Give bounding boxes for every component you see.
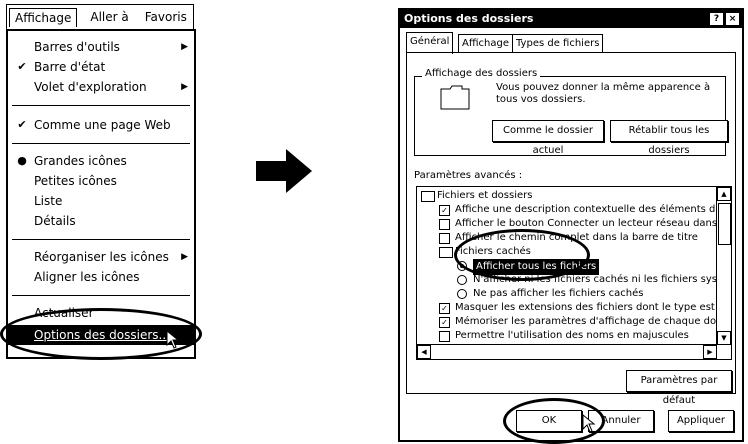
tree-label: Affiche une description contextuelle des… [455,204,732,215]
menu-item-label: Barres d'outils [34,40,120,54]
help-button[interactable]: ? [709,12,724,26]
close-button[interactable]: × [725,12,740,26]
right-arrow-icon [256,149,312,193]
menu-item-grandes-icones[interactable]: ● Grandes icônes [8,151,194,171]
checkmark-icon: ✔ [17,60,27,73]
apply-button[interactable]: Appliquer [668,410,734,432]
folder-icon [421,191,435,202]
radio[interactable] [457,289,467,299]
advanced-settings-tree[interactable]: Fichiers et dossiers ✓ Affiche une descr… [416,186,732,360]
tree-option[interactable]: Afficher le bouton Connecter un lecteur … [417,217,731,231]
menu-item-label: Petites icônes [34,174,117,188]
menu-item-details[interactable]: Détails [8,211,194,231]
highlight-ellipse [454,229,590,281]
menu-separator [12,105,190,106]
checkbox[interactable] [439,219,450,230]
same-as-current-folder-button[interactable]: Comme le dossier actuel [492,120,604,156]
scroll-down-icon[interactable]: ▼ [717,331,731,345]
menu-item-barre-etat[interactable]: ✔ Barre d'état [8,57,194,77]
tab-types-fichiers[interactable]: Types de fichiers [512,34,604,53]
tree-label: Mémoriser les paramètres d'affichage de … [455,316,732,327]
tab-general[interactable]: Général [406,32,454,54]
menu-item-label: Liste [34,194,63,208]
tree-label: Permettre l'utilisation des noms en maju… [455,330,689,341]
radio-bullet-icon: ● [17,154,27,167]
scroll-left-icon[interactable]: ◀ [417,345,431,359]
tab-affichage[interactable]: Affichage [458,34,513,53]
menu-bar: Affichage Aller à Favoris [6,4,194,30]
tree-label: Afficher le bouton Connecter un lecteur … [455,218,732,229]
menu-item-liste[interactable]: Liste [8,191,194,211]
scroll-thumb[interactable] [718,203,731,245]
checkbox[interactable] [439,233,450,244]
menu-favoris[interactable]: Favoris [140,8,192,26]
vertical-scrollbar[interactable]: ▲ ▼ [716,187,731,345]
tree-option[interactable]: Ne pas afficher les fichiers cachés [417,287,713,301]
checkmark-icon: ✔ [17,118,27,131]
group-description: Vous pouvez donner la même apparence à t… [496,82,711,105]
advanced-settings-label: Paramètres avancés : [414,170,523,181]
menu-item-aligner[interactable]: Aligner les icônes [8,267,194,287]
menu-item-barres-outils[interactable]: Barres d'outils ▶ [8,37,194,57]
folder-options-dialog: Options des dossiers ? × Général Afficha… [398,8,744,442]
menu-item-label: Aligner les icônes [34,270,140,284]
menu-separator [12,295,190,296]
tree-label: Ne pas afficher les fichiers cachés [473,288,644,299]
menu-item-label: Détails [34,214,76,228]
submenu-arrow-icon: ▶ [181,42,188,52]
checkbox-checked[interactable]: ✓ [439,317,450,328]
tree-label: Masquer les extensions des fichiers dont… [455,302,732,313]
tree-label: Fichiers et dossiers [437,190,533,201]
checkbox[interactable] [439,331,450,342]
horizontal-scrollbar[interactable]: ◀ ▶ [417,344,717,359]
checkbox-checked[interactable]: ✓ [439,303,450,314]
folder-icon [440,85,470,110]
group-title: Affichage des dossiers [422,68,541,79]
dialog-titlebar: Options des dossiers ? × [400,10,742,28]
scroll-up-icon[interactable]: ▲ [717,187,731,201]
radio[interactable] [457,275,467,285]
tree-folder-fichiers-dossiers: Fichiers et dossiers [417,189,713,203]
menu-item-volet-exploration[interactable]: Volet d'exploration ▶ [8,77,194,97]
menu-item-page-web[interactable]: ✔ Comme une page Web [8,115,194,135]
tree-option[interactable]: Permettre l'utilisation des noms en maju… [417,329,713,343]
reset-all-folders-button[interactable]: Rétablir tous les dossiers [610,120,728,156]
mouse-cursor-icon [582,414,596,433]
menu-separator [12,143,190,144]
menu-affichage[interactable]: Affichage [9,7,78,27]
submenu-arrow-icon: ▶ [181,82,188,92]
restore-defaults-button[interactable]: Paramètres par défaut [626,370,732,406]
mouse-cursor-icon [166,330,180,349]
tree-option[interactable]: ✓ Masquer les extensions des fichiers do… [417,301,731,315]
submenu-arrow-icon: ▶ [181,252,188,262]
menu-separator [12,239,190,240]
dialog-title: Options des dossiers [404,12,534,25]
menu-item-reorganiser[interactable]: Réorganiser les icônes ▶ [8,247,194,267]
checkbox-checked[interactable]: ✓ [439,205,450,216]
menu-aller-a[interactable]: Aller à [85,8,133,26]
menu-item-petites-icones[interactable]: Petites icônes [8,171,194,191]
folder-icon [439,247,453,258]
menu-item-label: Volet d'exploration [34,80,147,94]
tree-option[interactable]: ✓ Affiche une description contextuelle d… [417,203,731,217]
tree-option[interactable]: ✓ Mémoriser les paramètres d'affichage d… [417,315,731,329]
menu-item-label: Barre d'état [34,60,106,74]
scroll-right-icon[interactable]: ▶ [703,345,717,359]
menu-item-label: Grandes icônes [34,154,127,168]
menu-item-label: Réorganiser les icônes [34,250,169,264]
menu-item-label: Comme une page Web [34,118,171,132]
